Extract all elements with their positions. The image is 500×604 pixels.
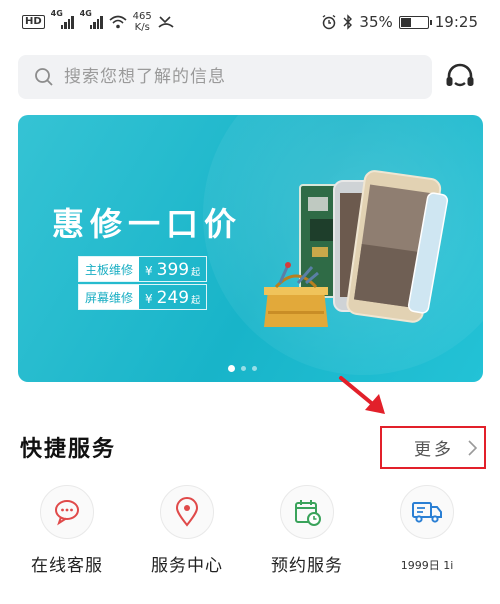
- more-button[interactable]: 更多: [380, 426, 486, 469]
- customer-service-button[interactable]: [437, 55, 483, 101]
- service-icon-circle: [40, 485, 94, 539]
- service-icon-circle: [280, 485, 334, 539]
- service-icon-circle: [400, 485, 454, 539]
- service-label: 在线客服: [31, 556, 103, 576]
- carousel-dot[interactable]: [228, 365, 235, 372]
- carousel-dot[interactable]: [241, 366, 246, 371]
- chevron-right-icon: [468, 439, 477, 456]
- carousel-dot[interactable]: [252, 366, 257, 371]
- status-bar: HD 4G 4G 465 K/s 35% 19:25: [0, 0, 500, 44]
- service-icon-circle: [160, 485, 214, 539]
- missed-call-icon: [158, 16, 174, 28]
- search-icon: [35, 68, 53, 86]
- service-online-support[interactable]: 在线客服: [12, 485, 122, 576]
- service-label: 1999日 1i: [400, 559, 454, 572]
- cell-signal-icon-2: 4G: [80, 9, 103, 29]
- wifi-icon: [109, 15, 127, 29]
- carousel-indicator[interactable]: [228, 365, 257, 372]
- hd-voice-badge: HD: [22, 15, 45, 29]
- service-service-center[interactable]: 服务中心: [132, 485, 242, 576]
- chat-icon: [55, 500, 79, 526]
- banner-illustration: [264, 170, 449, 327]
- section-title: 快捷服务: [20, 437, 117, 462]
- location-pin-icon: [175, 497, 199, 527]
- search-bar[interactable]: [18, 55, 432, 99]
- clock: 19:25: [434, 13, 478, 31]
- bluetooth-icon: [343, 14, 353, 30]
- annotation-arrow: [339, 376, 385, 414]
- delivery-truck-icon: [412, 502, 442, 523]
- battery-icon: [398, 15, 432, 29]
- service-appointment[interactable]: 预约服务: [252, 485, 362, 576]
- calendar-clock-icon: [295, 500, 321, 526]
- service-label: 预约服务: [271, 556, 343, 576]
- battery-percent: 35%: [359, 13, 393, 31]
- service-label: 服务中心: [151, 556, 223, 576]
- search-input[interactable]: [64, 67, 404, 87]
- headset-icon: [446, 63, 474, 87]
- service-delivery[interactable]: 1999日 1i: [372, 485, 482, 573]
- network-speed: 465 K/s: [132, 11, 152, 33]
- alarm-icon: [323, 14, 336, 30]
- more-label: 更多: [414, 440, 454, 460]
- promo-banner[interactable]: 惠修一口价 主板维修 ¥ 399 起 屏幕维修 ¥ 249 起: [18, 115, 483, 382]
- cell-signal-icon: 4G: [51, 9, 74, 29]
